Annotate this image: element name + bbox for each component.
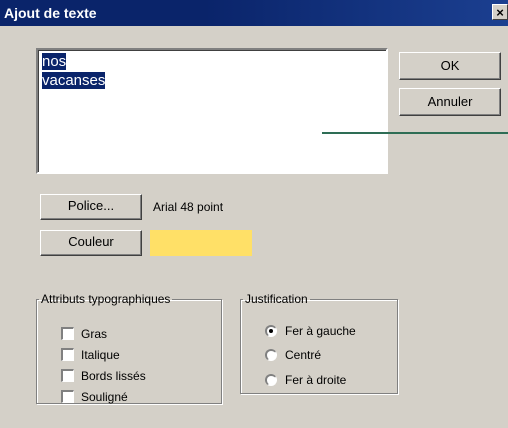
text-input-area[interactable]: nos vacanses: [36, 48, 388, 174]
italic-label: Italique: [81, 348, 120, 362]
attributes-legend: Attributs typographiques: [41, 292, 171, 306]
underline-checkbox[interactable]: [61, 390, 74, 403]
align-left-label: Fer à gauche: [285, 324, 356, 338]
text-attributes-group: Attributs typographiques Gras Italique B…: [36, 292, 222, 404]
antialias-checkbox[interactable]: [61, 369, 74, 382]
italic-checkbox[interactable]: [61, 348, 74, 361]
align-center-label: Centré: [285, 348, 322, 362]
title-bar: Ajout de texte ×: [0, 0, 508, 26]
align-right-label: Fer à droite: [285, 373, 347, 387]
close-icon[interactable]: ×: [492, 4, 508, 20]
color-swatch: [150, 230, 252, 256]
text-line-2: vacanses: [42, 72, 106, 89]
bold-label: Gras: [81, 327, 108, 341]
antialias-label: Bords lissés: [81, 369, 146, 383]
font-info-label: Arial 48 point: [153, 200, 224, 214]
bold-checkbox[interactable]: [61, 327, 74, 340]
justification-legend: Justification: [245, 292, 308, 306]
callout-pointer-line: [322, 132, 508, 134]
justification-group: Justification Fer à gauche Centré Fer à …: [240, 292, 398, 394]
text-line-1: nos: [42, 53, 67, 70]
align-center-radio[interactable]: [265, 349, 277, 361]
align-left-radio[interactable]: [265, 325, 277, 337]
font-button[interactable]: Police...: [40, 194, 142, 220]
underline-label: Souligné: [81, 390, 128, 404]
cancel-button[interactable]: Annuler: [399, 88, 501, 116]
window-title: Ajout de texte: [4, 5, 97, 21]
align-right-radio[interactable]: [265, 374, 277, 386]
ok-button[interactable]: OK: [399, 52, 501, 80]
color-button[interactable]: Couleur: [40, 230, 142, 256]
